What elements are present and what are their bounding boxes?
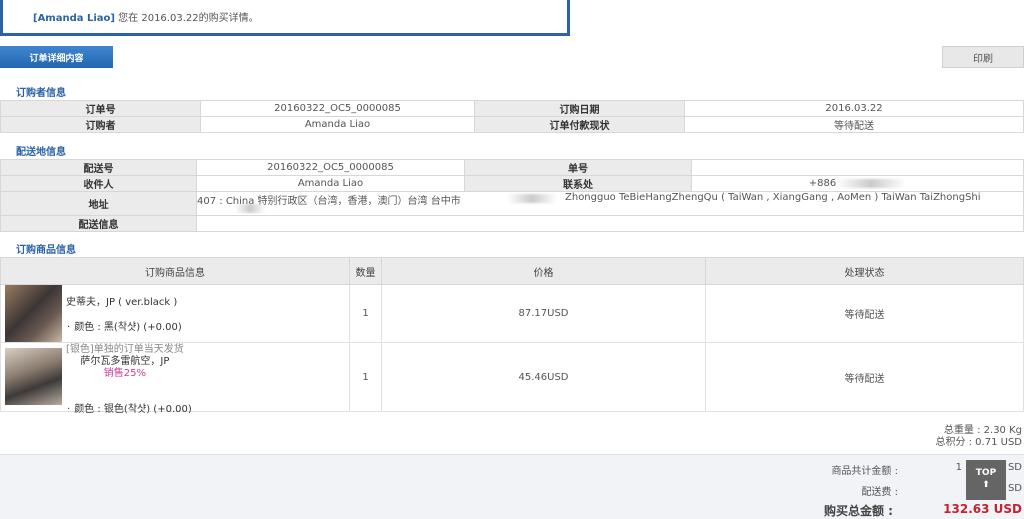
shipping-fee-value: SD (1007, 483, 1022, 494)
customer-name: [Amanda Liao] (33, 13, 115, 24)
buyer-value: Amanda Liao (200, 116, 475, 133)
product-status: 等待配送 (705, 284, 1024, 343)
print-button[interactable]: 印刷 (942, 46, 1024, 68)
order-notice-text: [Amanda Liao] 您在 2016.03.22的购买详情。 (33, 9, 259, 24)
product-info-cell: [银色]单独的订单当天发货 萨尔瓦多雷航空，JP 销售25% 颜色 : 银色(착… (0, 342, 350, 415)
arrow-up-icon: ⬆ (982, 480, 990, 490)
address-en: Zhongguo TeBieHangZhengQu ( TaiWan , Xia… (565, 192, 981, 204)
product-badge: [银色]单独的订单当天发货 (66, 344, 184, 355)
product-option: 颜色 : 黑(착샷) (+0.00) (67, 318, 182, 333)
contact-value: +886 (691, 175, 1024, 192)
ship-no-value: 20160322_OC5_0000085 (196, 159, 465, 176)
product-row: 史蒂夫，JP ( ver.black ) 颜色 : 黑(착샷) (+0.00) … (0, 284, 1024, 343)
payment-status-value: 等待配送 (684, 116, 1024, 133)
goods-total-value: 1 (955, 462, 962, 473)
recipient-label: 收件人 (0, 175, 197, 192)
address-redacted-2 (507, 194, 557, 203)
doc-no-label: 单号 (464, 159, 692, 176)
doc-no-value (691, 159, 1024, 176)
order-date-label: 订购日期 (474, 100, 685, 117)
goods-total-unit: SD (1007, 462, 1022, 473)
col-header-qty: 数量 (349, 257, 382, 285)
address-value: 407 : China 特别行政区（台湾，香港，澳门）台湾 台中市 Zhongg… (196, 191, 1024, 216)
payment-status-label: 订单付款现状 (474, 116, 685, 133)
tab-order-detail[interactable]: 订单详细内容 (0, 46, 113, 68)
ship-no-label: 配送号 (0, 159, 197, 176)
product-option: 颜色 : 银色(착샷) (+0.00) (67, 400, 192, 415)
order-no-label: 订单号 (0, 100, 201, 117)
product-price: 45.46USD (381, 342, 706, 412)
contact-label: 联系处 (464, 175, 692, 192)
contact-redacted (836, 178, 907, 188)
contact-prefix: +886 (808, 178, 837, 189)
col-header-info: 订购商品信息 (0, 257, 350, 285)
delivery-info-value (196, 215, 1024, 232)
top-label: TOP (975, 468, 997, 478)
delivery-section-title: 配送地信息 (16, 147, 66, 158)
notice-message: 您在 2016.03.22的购买详情。 (114, 13, 259, 24)
grand-total-value: 132.63 USD (943, 502, 1022, 516)
goods-total-label: 商品共计金额 : (831, 466, 898, 477)
sale-badge: 销售25% (103, 368, 147, 379)
back-to-top-button[interactable]: TOP ⬆ (966, 460, 1006, 500)
product-text-block: [银色]单独的订单当天发货 萨尔瓦多雷航空，JP 销售25% (66, 344, 184, 380)
product-price: 87.17USD (381, 284, 706, 343)
product-name[interactable]: 史蒂夫，JP ( ver.black ) (66, 297, 177, 309)
product-row: [银色]单独的订单当天发货 萨尔瓦多雷航空，JP 销售25% 颜色 : 银色(착… (0, 342, 1024, 415)
total-points: 总积分 : 0.71 USD (935, 437, 1022, 448)
order-no-value: 20160322_OC5_0000085 (200, 100, 475, 117)
order-notice-box: [Amanda Liao] 您在 2016.03.22的购买详情。 (0, 0, 570, 36)
order-detail-page: [Amanda Liao] 您在 2016.03.22的购买详情。 订单详细内容… (0, 0, 1024, 519)
product-thumbnail[interactable] (5, 285, 62, 342)
products-section-title: 订购商品信息 (16, 245, 76, 256)
orderer-table: 订单号 20160322_OC5_0000085 订购日期 2016.03.22… (0, 100, 1024, 133)
delivery-info-label: 配送信息 (0, 215, 197, 232)
product-qty: 1 (349, 284, 382, 343)
grand-total-label: 购买总金额 : (824, 504, 893, 518)
col-header-price: 价格 (381, 257, 706, 285)
delivery-table: 配送号 20160322_OC5_0000085 单号 收件人 Amanda L… (0, 159, 1024, 232)
products-table: 订购商品信息 数量 价格 处理状态 史蒂夫，JP ( ver.black ) 颜… (0, 257, 1024, 415)
orderer-section-title: 订购者信息 (16, 88, 66, 99)
address-label: 地址 (0, 191, 197, 216)
product-name[interactable]: 萨尔瓦多雷航空，JP (66, 356, 184, 368)
address-redacted-1 (235, 204, 265, 213)
buyer-label: 订购者 (0, 116, 201, 133)
product-status: 等待配送 (705, 342, 1024, 412)
order-date-value: 2016.03.22 (684, 100, 1024, 117)
product-thumbnail[interactable] (5, 348, 62, 405)
col-header-status: 处理状态 (705, 257, 1024, 285)
product-info-cell: 史蒂夫，JP ( ver.black ) 颜色 : 黑(착샷) (+0.00) (0, 284, 350, 343)
product-qty: 1 (349, 342, 382, 412)
recipient-value: Amanda Liao (196, 175, 465, 192)
shipping-fee-label: 配送费 : (861, 487, 898, 498)
